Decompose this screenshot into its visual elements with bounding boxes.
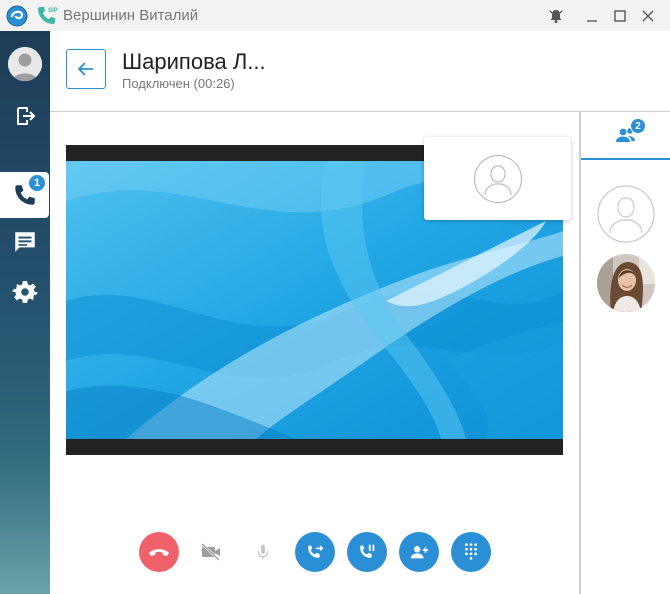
- minimize-button[interactable]: [580, 4, 604, 28]
- calls-badge: 1: [28, 174, 46, 192]
- call-transfer-button[interactable]: [295, 532, 335, 572]
- logout-icon: [17, 107, 36, 125]
- add-user-icon: [410, 546, 429, 559]
- app-window: SIP Вершинин Виталий 1 Шарипова Л... Под…: [0, 0, 670, 594]
- avatar-placeholder-icon: [597, 185, 655, 243]
- participant-photo-image: [597, 254, 655, 312]
- phone-hangup-icon: [149, 549, 169, 556]
- microphone-icon: [257, 544, 269, 560]
- maximize-icon: [614, 10, 626, 22]
- hangup-button[interactable]: [139, 532, 179, 572]
- back-button[interactable]: [66, 49, 106, 89]
- sidebar-item-calls[interactable]: 1: [0, 172, 49, 218]
- maximize-button[interactable]: [608, 4, 632, 28]
- call-controls: [50, 532, 580, 572]
- sidebar-item-chat[interactable]: [0, 219, 50, 265]
- participants-count-badge: 2: [630, 118, 646, 134]
- bell-icon: [549, 10, 563, 23]
- call-status: Подключен (00:26): [122, 76, 235, 91]
- arrow-left-icon: [77, 62, 93, 76]
- app-logo-icon: [6, 5, 28, 27]
- user-avatar[interactable]: [8, 47, 42, 81]
- sidebar-item-settings[interactable]: [0, 269, 50, 315]
- sip-label: SIP: [48, 8, 58, 14]
- avatar-placeholder-icon: [8, 47, 42, 81]
- sidebar: 1: [0, 31, 50, 594]
- window-title: Вершинин Виталий: [63, 7, 199, 24]
- notifications-button[interactable]: [544, 4, 568, 28]
- call-hold-button[interactable]: [347, 532, 387, 572]
- logout-button[interactable]: [0, 93, 50, 139]
- call-header: Шарипова Л... Подключен (00:26): [50, 31, 670, 112]
- call-main-area: [50, 112, 580, 594]
- avatar-placeholder-icon: [473, 154, 522, 203]
- microphone-button[interactable]: [243, 532, 283, 572]
- chat-icon: [15, 232, 35, 252]
- close-icon: [642, 10, 654, 22]
- participants-panel: 2: [581, 112, 670, 594]
- self-video-preview[interactable]: [424, 137, 571, 220]
- dialpad-icon: [465, 543, 477, 560]
- participant-avatar[interactable]: [597, 185, 655, 243]
- call-hold-icon: [360, 544, 375, 558]
- call-transfer-icon: [308, 545, 324, 558]
- minimize-icon: [587, 20, 597, 22]
- video-toggle-button[interactable]: [191, 532, 231, 572]
- gear-icon: [12, 281, 38, 303]
- participant-avatar-photo[interactable]: [597, 254, 655, 312]
- sip-phone-icon: SIP: [36, 4, 58, 26]
- add-participant-button[interactable]: [399, 532, 439, 572]
- title-bar: SIP Вершинин Виталий: [0, 0, 670, 31]
- video-off-icon: [201, 543, 220, 561]
- close-button[interactable]: [636, 4, 660, 28]
- tab-participants[interactable]: 2: [581, 112, 670, 160]
- contact-name: Шарипова Л...: [122, 49, 266, 74]
- dialpad-button[interactable]: [451, 532, 491, 572]
